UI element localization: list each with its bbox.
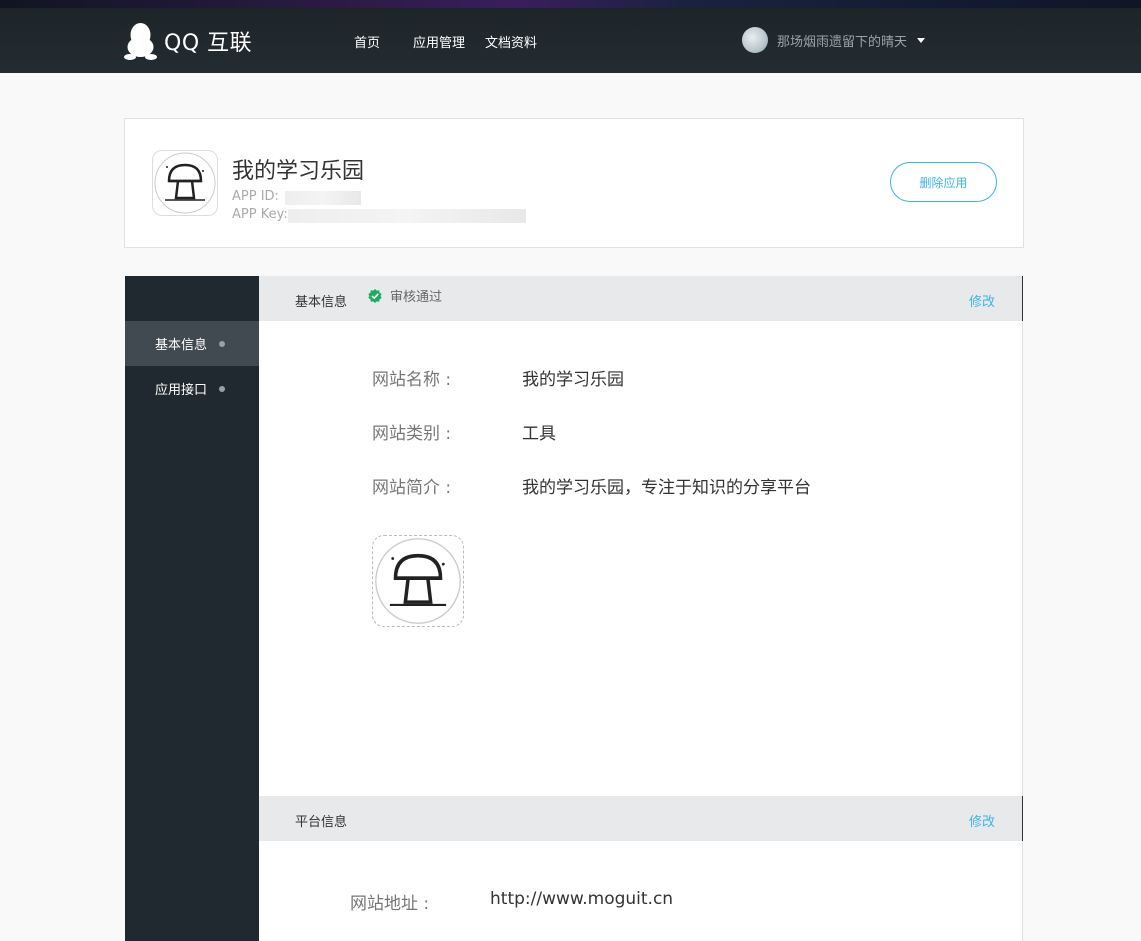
status-text: 审核通过 — [390, 290, 443, 305]
chevron-down-icon[interactable] — [917, 37, 926, 43]
site-intro-label: 网站简介 : — [372, 478, 452, 498]
site-url-label: 网站地址 : — [350, 894, 430, 914]
app-summary-card: 我的学习乐园 APP ID: APP Key: 删除应用 — [124, 118, 1024, 248]
site-url-value: http://www.moguit.cn — [490, 889, 674, 909]
site-name-label: 网站名称 : — [372, 370, 452, 390]
qq-penguin-icon — [124, 23, 157, 60]
avatar[interactable] — [742, 27, 768, 53]
nav-docs[interactable]: 文档资料 — [485, 32, 537, 51]
site-intro-value: 我的学习乐园，专注于知识的分享平台 — [522, 478, 811, 498]
check-badge-icon — [368, 288, 382, 303]
section-title: 平台信息 — [295, 815, 348, 830]
qq-connect-logo[interactable]: QQ 互联 — [124, 22, 252, 60]
status-badge: 审核通过 — [368, 286, 442, 305]
nav-home[interactable]: 首页 — [354, 32, 380, 51]
user-menu[interactable]: 那场烟雨遗留下的晴天 — [742, 27, 926, 53]
delete-app-button[interactable]: 删除应用 — [890, 162, 997, 202]
sidebar-item-basic-info[interactable]: 基本信息 — [125, 321, 259, 366]
sidebar: 基本信息 应用接口 — [125, 276, 259, 941]
site-category-label: 网站类别 : — [372, 424, 452, 444]
sidebar-item-label: 基本信息 — [155, 338, 208, 353]
site-name-value: 我的学习乐园 — [522, 370, 624, 390]
dot-icon — [219, 340, 225, 347]
logo-text: QQ 互联 — [164, 31, 253, 56]
app-key-value-redacted — [288, 209, 526, 223]
section-title: 基本信息 — [295, 295, 348, 310]
dot-icon — [219, 385, 225, 392]
site-logo-preview — [372, 535, 464, 627]
edit-basic-info-link[interactable]: 修改 — [969, 291, 995, 310]
app-name: 我的学习乐园 — [232, 159, 365, 184]
header-banner-strip — [0, 0, 1141, 8]
sidebar-item-label: 应用接口 — [155, 383, 208, 398]
app-logo — [152, 150, 218, 216]
nav-app-management[interactable]: 应用管理 — [413, 32, 465, 51]
top-navbar: QQ 互联 首页 应用管理 文档资料 那场烟雨遗留下的晴天 — [0, 0, 1141, 73]
basic-info-header: 基本信息 审核通过 修改 — [259, 276, 1023, 321]
app-id-label: APP ID: — [232, 189, 279, 204]
site-category-value: 工具 — [522, 424, 556, 444]
mushroom-icon — [154, 152, 216, 214]
main-content: 基本信息 审核通过 修改 网站名称 : 我的学习乐园 网站类别 : 工具 网站简… — [259, 276, 1023, 941]
app-id-value-redacted — [285, 191, 361, 205]
platform-info-header: 平台信息 修改 — [259, 796, 1023, 841]
sidebar-item-app-api[interactable]: 应用接口 — [125, 366, 259, 411]
edit-platform-info-link[interactable]: 修改 — [969, 811, 995, 830]
user-name[interactable]: 那场烟雨遗留下的晴天 — [777, 31, 907, 50]
app-key-label: APP Key: — [232, 207, 288, 222]
mushroom-icon — [375, 538, 461, 624]
